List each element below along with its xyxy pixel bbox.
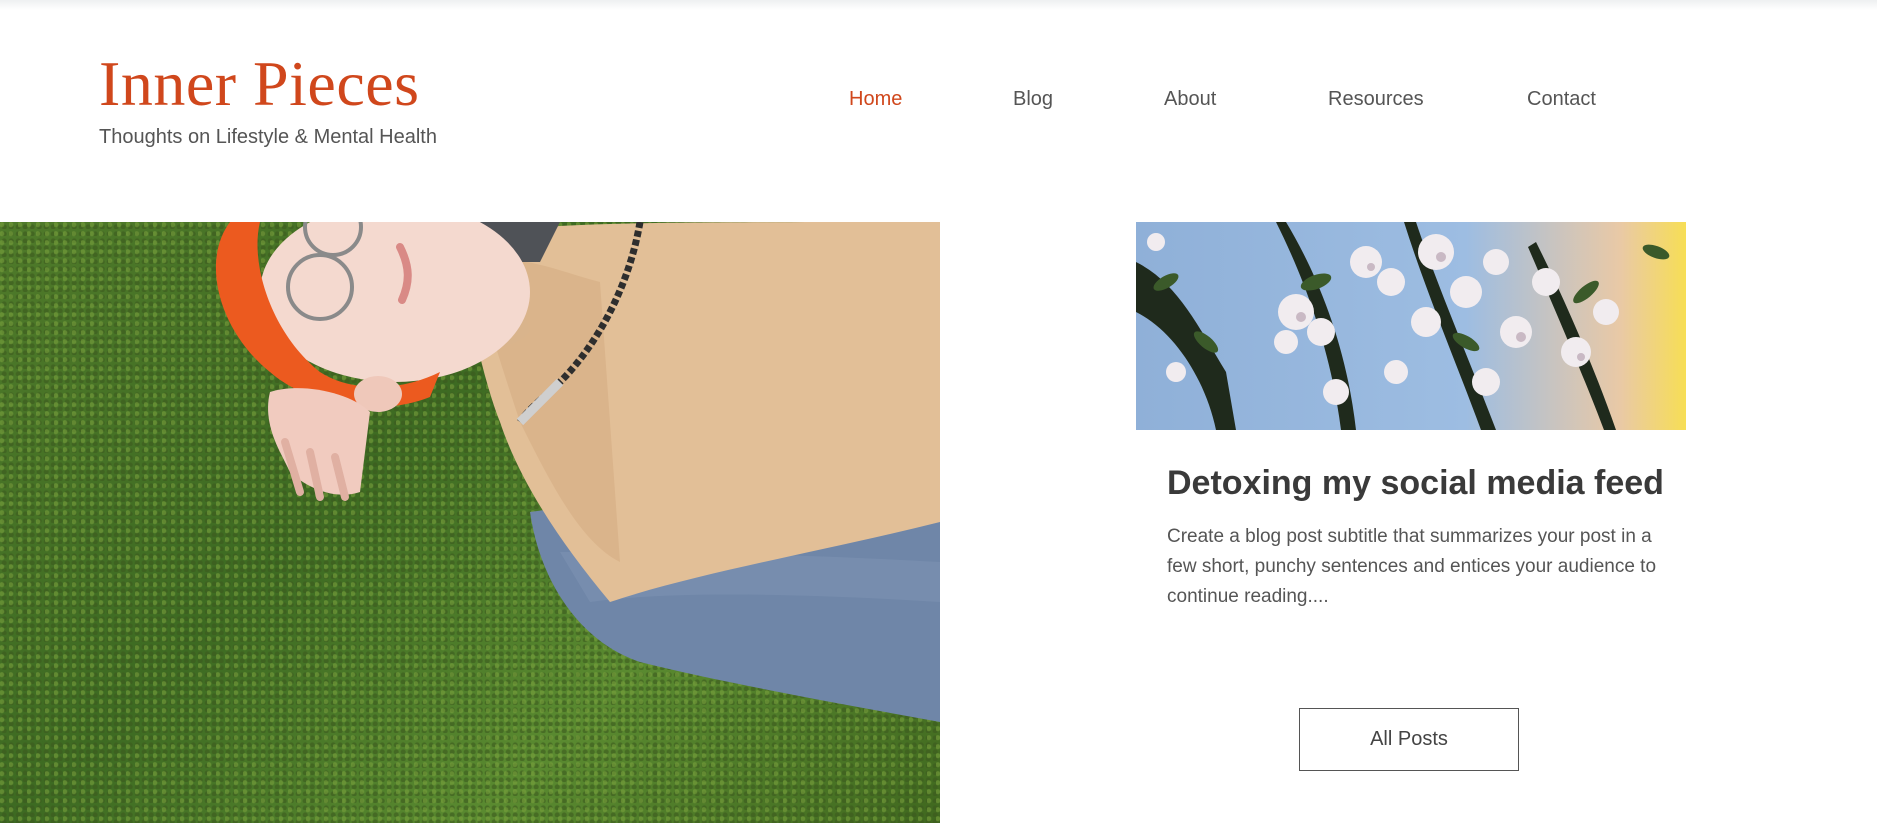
header-shadow	[0, 0, 1877, 10]
hero-illustration	[215, 222, 940, 722]
post-title[interactable]: Detoxing my social media feed	[1167, 464, 1664, 503]
main-nav: Home Blog About Resources Contact	[0, 88, 1877, 114]
nav-item-about[interactable]: About	[1164, 88, 1216, 111]
blossom-illustration	[1136, 222, 1670, 430]
post-subtitle: Create a blog post subtitle that summari…	[1167, 526, 1657, 607]
site-tagline: Thoughts on Lifestyle & Mental Health	[99, 126, 437, 148]
nav-item-resources[interactable]: Resources	[1328, 88, 1424, 111]
nav-item-home[interactable]: Home	[849, 88, 902, 111]
all-posts-button[interactable]: All Posts	[1299, 708, 1519, 771]
post-image[interactable]	[1136, 222, 1686, 430]
nav-item-blog[interactable]: Blog	[1013, 88, 1053, 111]
nav-item-contact[interactable]: Contact	[1527, 88, 1596, 111]
hero-image	[0, 222, 940, 823]
